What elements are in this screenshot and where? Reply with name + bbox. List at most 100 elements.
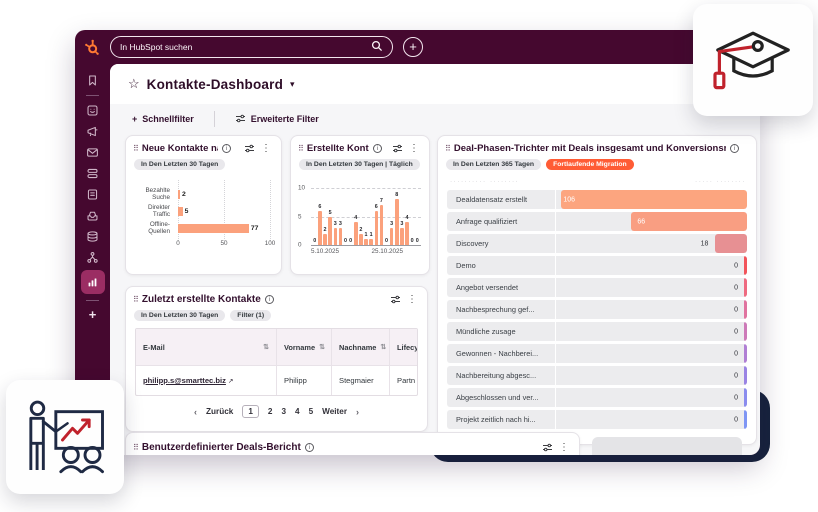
pagination-page-1[interactable]: 1 bbox=[242, 405, 259, 418]
filter-sliders-icon[interactable] bbox=[542, 443, 553, 452]
drag-handle-icon[interactable]: ⠿ bbox=[133, 443, 138, 452]
horizontal-bar-chart: BezahlteSuche2DirekterTraffic5Offline-Qu… bbox=[130, 186, 271, 250]
drag-handle-icon[interactable]: ⠿ bbox=[133, 144, 138, 153]
sidebar-item-envelope[interactable] bbox=[81, 142, 105, 163]
funnel-row[interactable]: Gewonnen - Nachberei...0 bbox=[447, 344, 747, 363]
pagination-back-label[interactable]: Zurück bbox=[206, 407, 233, 416]
info-icon[interactable] bbox=[373, 144, 382, 153]
kebab-menu-icon[interactable]: ⋮ bbox=[405, 294, 419, 305]
advanced-filter-label: Erweiterte Filter bbox=[251, 114, 319, 124]
date-range-tag: In Den Letzten 365 Tagen bbox=[446, 159, 541, 170]
hubspot-logo-icon[interactable] bbox=[82, 37, 102, 57]
pagination-next-icon[interactable]: › bbox=[356, 407, 359, 417]
bar bbox=[354, 222, 358, 245]
y-tick-label: 5 bbox=[298, 213, 302, 220]
funnel-row[interactable]: Dealdatensatz erstellt106 bbox=[447, 190, 747, 209]
funnel-row[interactable]: Mündliche zusage0 bbox=[447, 322, 747, 341]
kebab-menu-icon[interactable]: ⋮ bbox=[407, 143, 421, 154]
bar-column: 6 bbox=[318, 188, 322, 245]
column-header[interactable]: Vorname⇅ bbox=[277, 329, 332, 365]
page-title[interactable]: Kontakte-Dashboard bbox=[147, 77, 283, 92]
filter-sliders-icon[interactable] bbox=[392, 144, 403, 153]
bar-value-label: 3 bbox=[400, 221, 403, 227]
x-axis-label: 5.10.2025 bbox=[311, 248, 339, 255]
bar bbox=[375, 211, 379, 245]
bar-column: 8 bbox=[395, 188, 399, 245]
bar bbox=[405, 222, 409, 245]
contact-email-link[interactable]: philipp.s@smarttec.biz bbox=[143, 376, 226, 385]
pagination-page-3[interactable]: 3 bbox=[281, 407, 286, 416]
info-icon[interactable] bbox=[730, 144, 739, 153]
kebab-menu-icon[interactable]: ⋮ bbox=[557, 442, 571, 453]
bar bbox=[364, 239, 368, 245]
bar-value-label: 0 bbox=[385, 238, 388, 244]
filter-sliders-icon[interactable] bbox=[390, 295, 401, 304]
sidebar-item-document[interactable] bbox=[81, 184, 105, 205]
funnel-value: 0 bbox=[734, 284, 738, 291]
sidebar-item-megaphone[interactable] bbox=[81, 121, 105, 142]
drag-handle-icon[interactable]: ⠿ bbox=[445, 144, 450, 153]
bar-column: 4 bbox=[354, 188, 358, 245]
sidebar-item-reporting-active[interactable] bbox=[81, 270, 105, 294]
pagination-page-2[interactable]: 2 bbox=[268, 407, 273, 416]
funnel-value: 18 bbox=[701, 240, 709, 247]
bar-column: 0 bbox=[313, 188, 317, 245]
sidebar-item-tray[interactable] bbox=[81, 205, 105, 226]
sidebar-item-workflow[interactable] bbox=[81, 247, 105, 268]
pagination-page-5[interactable]: 5 bbox=[309, 407, 314, 416]
chevron-down-icon[interactable]: ▾ bbox=[290, 79, 295, 90]
column-header[interactable]: Nachname⇅ bbox=[332, 329, 390, 365]
funnel-row[interactable]: Anfrage qualifiziert66 bbox=[447, 212, 747, 231]
favorite-star-icon[interactable]: ☆ bbox=[128, 76, 140, 92]
funnel-row[interactable]: Angebot versendet0 bbox=[447, 278, 747, 297]
funnel-row[interactable]: Projekt zeitlich nach hi...0 bbox=[447, 410, 747, 429]
info-icon[interactable] bbox=[222, 144, 231, 153]
funnel-row[interactable]: Nachbesprechung gef...0 bbox=[447, 300, 747, 319]
sidebar-item-bookmark[interactable] bbox=[81, 70, 105, 91]
table-cell: Partn bbox=[390, 365, 418, 395]
quick-filter-button[interactable]: + Schnellfilter bbox=[132, 114, 194, 124]
funnel-row[interactable]: Nachbereitung abgesc...0 bbox=[447, 366, 747, 385]
kebab-menu-icon[interactable]: ⋮ bbox=[259, 143, 273, 154]
bar-column: 0 bbox=[385, 188, 389, 245]
sidebar-item-crm[interactable] bbox=[81, 100, 105, 121]
funnel-row[interactable]: Abgeschlossen und ver...0 bbox=[447, 388, 747, 407]
bar-value-label: 7 bbox=[380, 198, 383, 204]
sort-icon[interactable]: ⇅ bbox=[263, 343, 269, 351]
create-button[interactable]: + bbox=[403, 37, 423, 57]
column-header[interactable]: E-Mail⇅ bbox=[136, 329, 277, 365]
search-input[interactable]: In HubSpot suchen bbox=[110, 36, 393, 58]
sidebar-item-stack[interactable] bbox=[81, 163, 105, 184]
table-row[interactable]: philipp.s@smarttec.biz↗PhilippStegmaierP… bbox=[136, 365, 417, 395]
bar bbox=[380, 205, 384, 245]
funnel-bar bbox=[715, 234, 747, 253]
envelope-icon bbox=[86, 146, 99, 159]
bar-value-label: 3 bbox=[390, 221, 393, 227]
drag-handle-icon[interactable]: ⠿ bbox=[133, 295, 138, 304]
sort-icon[interactable]: ⇅ bbox=[319, 343, 325, 351]
sidebar-item-more[interactable]: + bbox=[89, 305, 97, 323]
pagination-back-icon[interactable]: ‹ bbox=[194, 407, 197, 417]
card-title: Neue Kontakte na... bbox=[142, 143, 218, 154]
pagination-page-4[interactable]: 4 bbox=[295, 407, 300, 416]
funnel-row[interactable]: Discovery18 bbox=[447, 234, 747, 253]
card-recent-contacts: ⠿ Zuletzt erstellte Kontakte ⋮ In Den Le… bbox=[125, 286, 428, 432]
sidebar-divider bbox=[86, 95, 99, 96]
column-header[interactable]: Lifecy bbox=[390, 329, 418, 365]
funnel-value: 0 bbox=[734, 394, 738, 401]
pagination-next-label[interactable]: Weiter bbox=[322, 407, 347, 416]
x-tick-label: 100 bbox=[265, 240, 276, 247]
filter-count-tag: Filter (1) bbox=[230, 310, 271, 321]
search-icon[interactable] bbox=[371, 40, 383, 54]
info-icon[interactable] bbox=[265, 295, 274, 304]
bar-value-label: 4 bbox=[354, 215, 357, 221]
sort-icon[interactable]: ⇅ bbox=[380, 343, 386, 351]
drag-handle-icon[interactable]: ⠿ bbox=[298, 144, 303, 153]
info-icon[interactable] bbox=[305, 443, 314, 452]
funnel-row[interactable]: Demo0 bbox=[447, 256, 747, 275]
advanced-filter-button[interactable]: Erweiterte Filter bbox=[235, 114, 319, 125]
card-new-contacts: ⠿ Neue Kontakte na... ⋮ In Den Letzten 3… bbox=[125, 135, 282, 275]
table-cell: Stegmaier bbox=[332, 365, 390, 395]
sidebar-item-database[interactable] bbox=[81, 226, 105, 247]
filter-sliders-icon[interactable] bbox=[244, 144, 255, 153]
